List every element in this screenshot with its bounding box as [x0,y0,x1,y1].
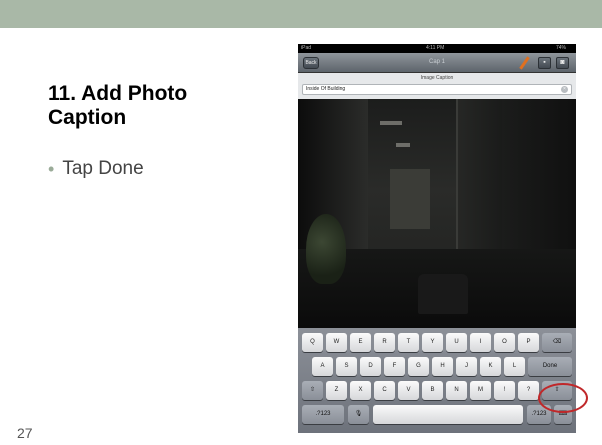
onscreen-keyboard: Q W E R T Y U I O P ⌫ A S D F G H J K L … [298,328,576,433]
key-d[interactable]: D [360,357,381,376]
chair [418,274,468,314]
caption-value: Inside Of Building [306,86,346,92]
key-b[interactable]: B [422,381,443,400]
backspace-key[interactable]: ⌫ [542,333,572,352]
key-m[interactable]: M [470,381,491,400]
gallery-icon[interactable]: ▪ [538,57,551,69]
key-w[interactable]: W [326,333,347,352]
keyboard-row-3: ⇧ Z X C V B N M ! ? ⇧ [298,381,576,401]
caption-panel: Image Caption Inside Of Building × [298,73,576,99]
camera-icon[interactable]: ◙ [556,57,569,69]
key-a[interactable]: A [312,357,333,376]
key-s[interactable]: S [336,357,357,376]
key-question[interactable]: ? [518,381,539,400]
key-x[interactable]: X [350,381,371,400]
keyboard-row-1: Q W E R T Y U I O P ⌫ [298,333,576,353]
clear-icon[interactable]: × [561,86,568,93]
pen-icon[interactable] [519,56,530,70]
key-u[interactable]: U [446,333,467,352]
key-k[interactable]: K [480,357,501,376]
microphone-icon[interactable]: 🎙 [348,405,369,424]
nav-bar: Back Cap 1 ▪ ◙ [298,53,576,73]
done-highlight-circle [538,383,588,413]
key-q[interactable]: Q [302,333,323,352]
back-button[interactable]: Back [303,57,319,69]
bullet-text: Tap Done [62,158,144,179]
key-v[interactable]: V [398,381,419,400]
status-battery: 74% [556,45,567,51]
keyboard-row-2: A S D F G H J K L Done [298,357,576,377]
plant [306,214,346,284]
shift-left-key[interactable]: ⇧ [302,381,323,400]
nav-title: Cap 1 [428,59,445,65]
keyboard-row-4: .?123 🎙 .?123 ⌨ [298,405,576,425]
key-j[interactable]: J [456,357,477,376]
photo-preview [298,99,576,328]
key-t[interactable]: T [398,333,419,352]
key-i[interactable]: I [470,333,491,352]
key-exclaim[interactable]: ! [494,381,515,400]
key-h[interactable]: H [432,357,453,376]
key-y[interactable]: Y [422,333,443,352]
bullet-dot-icon: • [48,158,55,179]
numbers-key-left[interactable]: .?123 [302,405,344,424]
key-f[interactable]: F [384,357,405,376]
key-e[interactable]: E [350,333,371,352]
key-g[interactable]: G [408,357,429,376]
slide-header-band [0,0,602,28]
key-p[interactable]: P [518,333,539,352]
space-key[interactable] [373,405,523,424]
key-r[interactable]: R [374,333,395,352]
caption-label: Image Caption [420,75,454,81]
key-z[interactable]: Z [326,381,347,400]
slide-title: 11. Add Photo Caption [48,82,188,129]
status-bar: iPad 4:11 PM 74% [298,44,576,53]
key-l[interactable]: L [504,357,525,376]
key-o[interactable]: O [494,333,515,352]
caption-input[interactable]: Inside Of Building × [302,84,572,95]
slide-number: 27 [17,425,33,441]
status-device: iPad [301,45,312,51]
done-key[interactable]: Done [528,357,572,376]
key-c[interactable]: C [374,381,395,400]
bullet-item: • Tap Done [48,158,144,180]
status-time: 4:11 PM [426,45,445,51]
key-n[interactable]: N [446,381,467,400]
ipad-screenshot: iPad 4:11 PM 74% Back Cap 1 ▪ ◙ Image Ca… [298,44,576,433]
